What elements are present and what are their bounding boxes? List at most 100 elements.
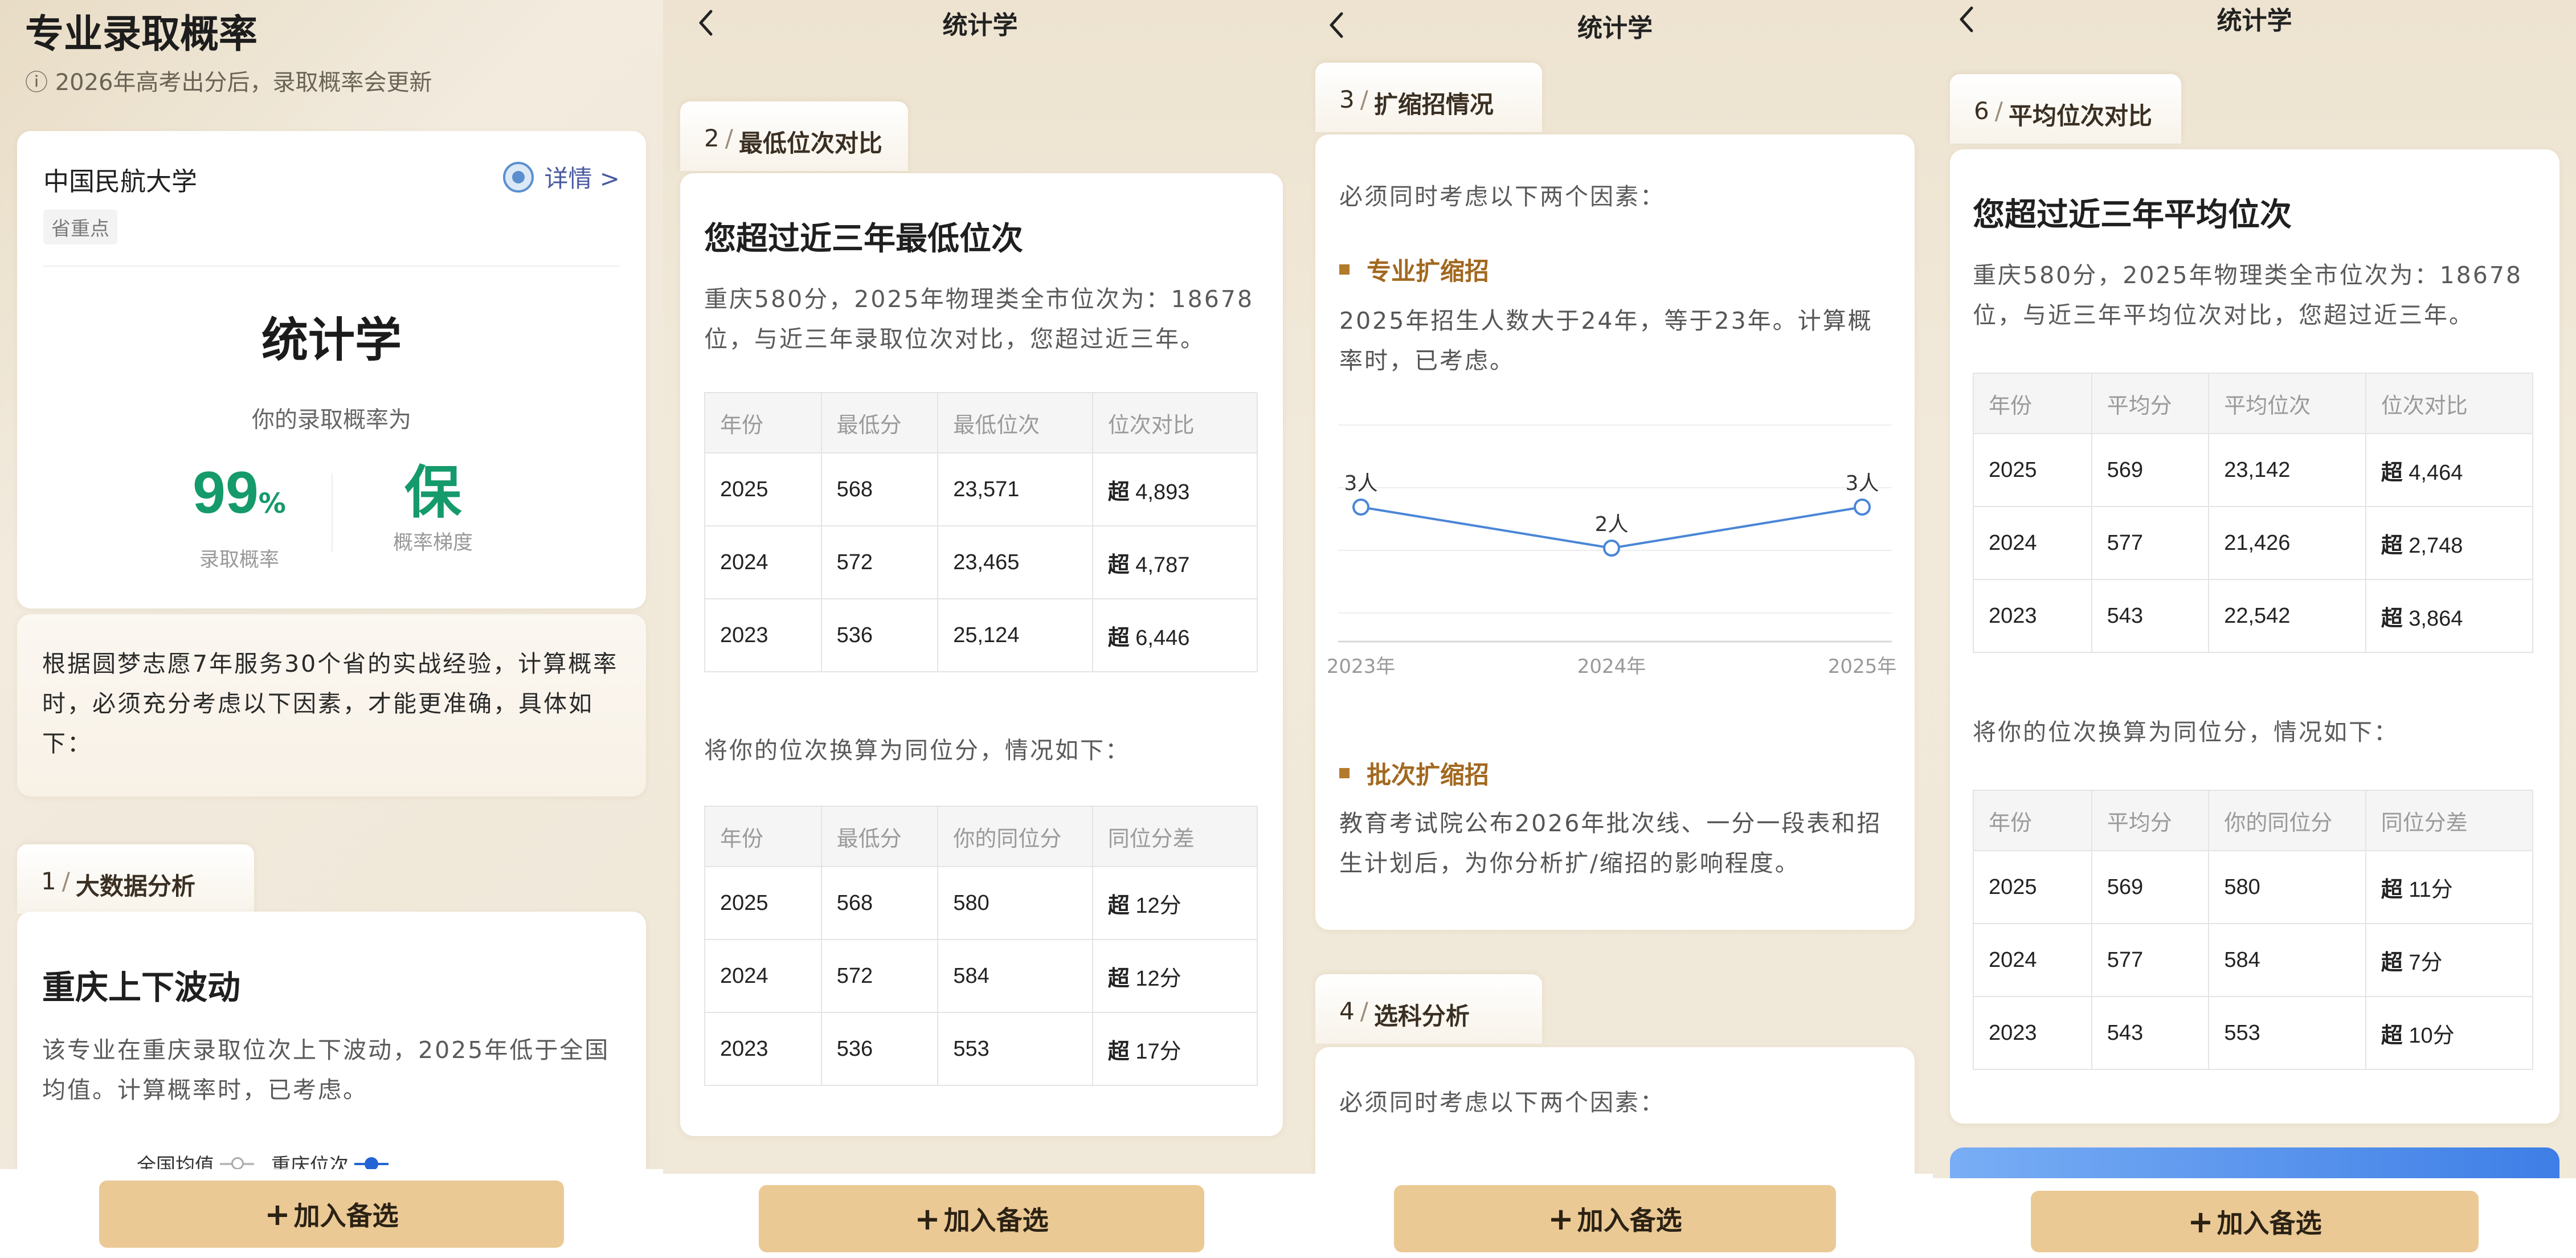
add-to-list-button[interactable]: + 加入备选 [759, 1185, 1204, 1252]
table-cell: 超 12分 [1091, 939, 1258, 1013]
section-name: 大数据分析 [75, 872, 195, 900]
bottom-bar: + 加入备选 [0, 1169, 663, 1258]
exceed-label: 超 [1107, 552, 1130, 577]
section-name: 最低位次对比 [738, 129, 882, 157]
table-cell: 569 [2091, 850, 2210, 924]
section-tab-enrollment: 3 / 扩缩招情况 [1315, 63, 1542, 132]
table-cell: 584 [937, 939, 1093, 1013]
back-icon[interactable] [1950, 2, 1984, 36]
section-text: 重庆580分，2025年物理类全市位次为：18678位，与近三年录取位次对比，您… [704, 285, 1254, 353]
bottom-bar: + 加入备选 [1933, 1178, 2576, 1258]
exceed-value: 6,446 [1135, 626, 1190, 650]
section-number: 6 [1974, 97, 1989, 125]
convert-text: 将你的位次换算为同位分，情况如下： [1973, 718, 2399, 746]
data-point [1352, 499, 1369, 516]
block-text: 该专业在重庆录取位次上下波动，2025年低于全国均值。计算概率时，已考虑。 [42, 1036, 610, 1104]
avg-rank-table: 年份 平均分 平均位次 位次对比 2025 569 23,142 超 4,464… [1973, 373, 2534, 653]
enrollment-card: 必须同时考虑以下两个因素： 专业扩缩招 2025年招生人数大于24年，等于23年… [1315, 134, 1915, 930]
factor-text-batch: 教育考试院公布2026年批次线、一分一段表和招生计划后，为你分析扩/缩招的影响程… [1339, 810, 1882, 877]
exceed-label: 超 [2381, 532, 2403, 558]
table-cell: 2024 [1973, 506, 2092, 580]
table-cell: 2023 [704, 1012, 822, 1086]
school-name: 中国民航大学 [43, 166, 198, 197]
table-row: 2025 568 580 超 12分 [704, 866, 1258, 940]
table-cell: 超 4,787 [1091, 525, 1258, 599]
exceed-label: 超 [1107, 1038, 1130, 1064]
factor-title-label: 专业扩缩招 [1367, 258, 1489, 286]
factor-title-batch: 批次扩缩招 [1339, 755, 1489, 791]
data-point [1603, 540, 1620, 557]
table-cell: 23,571 [937, 452, 1093, 526]
table-cell: 22,542 [2208, 579, 2366, 653]
table-cell: 2025 [704, 452, 822, 526]
table-cell: 2023 [1973, 579, 2092, 653]
table-cell: 2024 [1973, 923, 2092, 997]
table-cell: 21,426 [2208, 506, 2366, 580]
back-icon[interactable] [689, 6, 723, 40]
table-cell: 536 [820, 1012, 939, 1086]
exceed-value: 12分 [1135, 893, 1181, 918]
column-header: 最低分 [820, 806, 939, 867]
probability-value: 99 [193, 460, 259, 526]
section-tab-subjects: 4 / 选科分析 [1315, 974, 1542, 1044]
table-cell: 2024 [704, 939, 822, 1013]
section-title: 您超过近三年平均位次 [1973, 197, 2292, 234]
table-cell: 569 [2091, 433, 2210, 507]
column-header: 同位分差 [1091, 806, 1258, 867]
table-cell: 553 [2208, 996, 2366, 1070]
add-button-label: 加入备选 [1577, 1205, 1682, 1236]
level-caption: 概率梯度 [392, 532, 473, 554]
block-title: 重庆上下波动 [42, 968, 241, 1007]
table-cell: 2023 [704, 598, 822, 672]
section-tab-big-data: 1 / 大数据分析 [17, 844, 254, 914]
update-notice: ⓘ 2026年高考出分后，录取概率会更新 [25, 70, 432, 96]
table-cell: 572 [820, 525, 939, 599]
intro-text: 根据圆梦志愿7年服务30个省的实战经验，计算概率时，必须充分考虑以下因素，才能更… [42, 650, 619, 757]
column-header: 最低位次 [937, 392, 1093, 454]
exceed-label: 超 [2381, 605, 2403, 631]
section-name: 选科分析 [1373, 1002, 1470, 1030]
add-to-list-button[interactable]: + 加入备选 [2031, 1191, 2479, 1252]
table-cell: 23,465 [937, 525, 1093, 599]
table-row: 2024 572 584 超 12分 [704, 939, 1258, 1013]
exceed-value: 7分 [2409, 950, 2443, 975]
table-cell: 572 [820, 939, 939, 1013]
column-header: 年份 [704, 806, 822, 867]
table-cell: 25,124 [937, 598, 1093, 672]
table-header-row: 年份 平均分 平均位次 位次对比 [1973, 373, 2534, 434]
min-rank-card: 您超过近三年最低位次 重庆580分，2025年物理类全市位次为：18678位，与… [680, 173, 1283, 1136]
column-header: 位次对比 [1091, 392, 1258, 454]
column-header: 平均分 [2091, 790, 2210, 851]
section-number: 1 [41, 867, 56, 895]
table-cell: 超 17分 [1091, 1012, 1258, 1086]
table-cell: 超 6,446 [1091, 598, 1258, 672]
table-cell: 543 [2091, 579, 2210, 653]
exceed-label: 超 [1107, 965, 1130, 991]
bullet-square-icon [1339, 768, 1350, 778]
detail-link[interactable]: 详情 > [503, 160, 620, 194]
panel-avg-rank: 统计学 6 / 平均位次对比 您超过近三年平均位次 重庆580分，2025年物理… [1933, 0, 2576, 1258]
exceed-label: 超 [2381, 949, 2403, 975]
table-cell: 超 10分 [2365, 996, 2534, 1070]
table-cell: 超 3,864 [2365, 579, 2534, 653]
exceed-value: 2,748 [2409, 533, 2463, 558]
table-cell: 超 11分 [2365, 850, 2534, 924]
panel-probability-overview: 专业录取概率 ⓘ 2026年高考出分后，录取概率会更新 中国民航大学 详情 > … [0, 0, 663, 1258]
exceed-label: 超 [2381, 876, 2403, 902]
add-to-list-button[interactable]: + 加入备选 [99, 1181, 564, 1248]
back-icon[interactable] [1320, 8, 1354, 42]
exceed-label: 超 [2381, 459, 2403, 485]
school-tag: 省重点 [43, 210, 117, 244]
section-number: 2 [704, 124, 719, 152]
column-header: 位次对比 [2365, 373, 2534, 434]
x-tick-label: 2024年 [1577, 655, 1646, 678]
table-cell: 580 [937, 866, 1093, 940]
bottom-bar: + 加入备选 [663, 1174, 1297, 1258]
add-to-list-button[interactable]: + 加入备选 [1394, 1185, 1836, 1252]
probability-label: 你的录取概率为 [252, 407, 411, 433]
probability-caption: 录取概率 [199, 549, 279, 571]
section-text: 重庆580分，2025年物理类全市位次为：18678位，与近三年平均位次对比，您… [1973, 262, 2523, 329]
chart-labels: 3人 2人 3人 [1344, 472, 1879, 536]
table-cell: 2023 [1973, 996, 2092, 1070]
table-header-row: 年份 最低分 你的同位分 同位分差 [704, 806, 1258, 867]
